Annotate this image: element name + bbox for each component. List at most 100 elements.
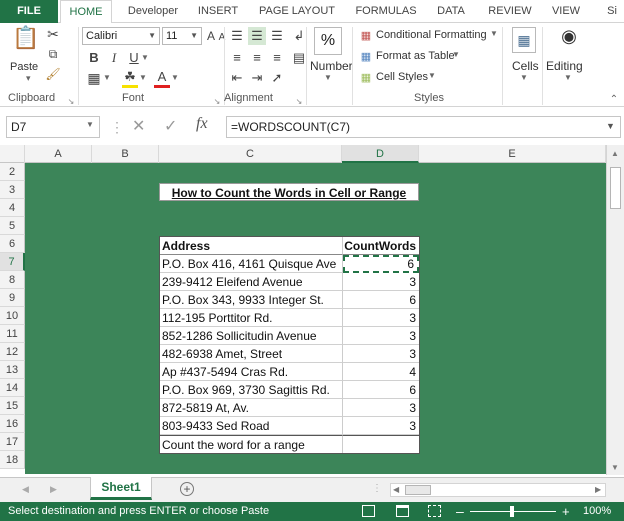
tab-data[interactable]: DATA <box>430 0 472 23</box>
font-size-select[interactable]: 11 ▼ <box>162 27 202 45</box>
cells-icon[interactable]: ▦ <box>512 27 536 53</box>
row-header[interactable]: 16 <box>0 415 25 433</box>
vertical-scrollbar[interactable]: ▲ ▼ <box>606 145 624 475</box>
top-align-icon[interactable]: ☰ <box>228 27 246 45</box>
column-header-b[interactable]: B <box>92 145 159 163</box>
row-header[interactable]: 14 <box>0 379 25 397</box>
column-header-c[interactable]: C <box>159 145 342 163</box>
zoom-level[interactable]: 100% <box>583 502 611 521</box>
row-header[interactable]: 13 <box>0 361 25 379</box>
align-center-icon[interactable]: ≡ <box>248 49 266 67</box>
scroll-left-icon[interactable]: ◀ <box>393 485 399 494</box>
font-name-select[interactable]: Calibri ▼ <box>82 27 160 45</box>
address-cell[interactable]: Ap #437-5494 Cras Rd. <box>160 363 343 381</box>
footer-cell[interactable]: Count the word for a range <box>160 435 343 453</box>
collapse-ribbon-icon[interactable]: ⌃ <box>608 91 620 109</box>
format-painter-icon[interactable]: 🖌 <box>44 65 62 83</box>
countwords-cell[interactable]: 6 <box>343 291 419 309</box>
row-header[interactable]: 5 <box>0 217 25 235</box>
conditional-formatting-button[interactable]: Conditional Formatting <box>376 29 487 41</box>
format-as-table-button[interactable]: Format as Table <box>376 50 455 62</box>
chevron-down-icon[interactable]: ▼ <box>428 71 436 80</box>
address-cell[interactable]: 803-9433 Sed Road <box>160 417 343 435</box>
scroll-right-icon[interactable]: ▶ <box>595 485 601 494</box>
cut-icon[interactable]: ✂ <box>44 25 62 43</box>
horizontal-scroll-thumb[interactable] <box>405 485 431 495</box>
cell-styles-button[interactable]: Cell Styles <box>376 71 428 83</box>
row-header[interactable]: 15 <box>0 397 25 415</box>
font-color-icon[interactable]: A <box>154 68 170 88</box>
orientation-icon[interactable]: ➚ <box>266 69 288 87</box>
column-header-d[interactable]: D <box>342 145 419 163</box>
address-cell[interactable]: 482-6938 Amet, Street <box>160 345 343 363</box>
enter-icon[interactable]: ✓ <box>164 116 177 136</box>
decrease-font-icon[interactable]: A <box>216 29 228 47</box>
paste-dropdown-icon[interactable]: ▾ <box>26 73 31 84</box>
vertical-scroll-thumb[interactable] <box>610 167 621 209</box>
align-right-icon[interactable]: ≡ <box>268 49 286 67</box>
row-header[interactable]: 17 <box>0 433 25 451</box>
page-layout-view-icon[interactable] <box>396 505 409 517</box>
dialog-launcher-icon[interactable]: ↘ <box>212 93 222 111</box>
chevron-down-icon[interactable]: ▼ <box>102 69 112 87</box>
horizontal-scrollbar[interactable]: ◀ ▶ <box>390 483 606 497</box>
address-cell[interactable]: 852-1286 Sollicitudin Avenue <box>160 327 343 345</box>
align-left-icon[interactable]: ≡ <box>228 49 246 67</box>
chevron-down-icon[interactable]: ▼ <box>170 69 180 87</box>
countwords-cell[interactable]: 3 <box>343 399 419 417</box>
italic-button[interactable]: I <box>106 49 122 67</box>
dialog-launcher-icon[interactable]: ↘ <box>66 93 76 111</box>
borders-icon[interactable]: ▦ <box>86 69 102 87</box>
new-sheet-icon[interactable]: + <box>180 482 194 496</box>
header-countwords-cell[interactable]: CountWords <box>343 237 419 255</box>
row-header[interactable]: 7 <box>0 253 25 271</box>
address-cell[interactable]: 239-9412 Eleifend Avenue <box>160 273 343 291</box>
sheet-title-cell[interactable]: How to Count the Words in Cell or Range <box>159 183 419 201</box>
chevron-down-icon[interactable]: ▼ <box>138 69 148 87</box>
tab-insert[interactable]: INSERT <box>192 0 244 23</box>
header-address-cell[interactable]: Address <box>160 237 343 255</box>
dialog-launcher-icon[interactable]: ↘ <box>294 93 304 111</box>
chevron-down-icon[interactable]: ▼ <box>324 73 332 82</box>
copy-icon[interactable]: ⧉ <box>44 45 62 63</box>
insert-function-icon[interactable]: fx <box>196 115 208 133</box>
tab-signin[interactable]: Si <box>600 0 624 23</box>
tab-review[interactable]: REVIEW <box>484 0 536 23</box>
fill-color-icon[interactable]: ☘ <box>122 68 138 88</box>
row-header[interactable]: 18 <box>0 451 25 469</box>
tab-page-layout[interactable]: PAGE LAYOUT <box>254 0 340 23</box>
middle-align-icon[interactable]: ☰ <box>248 27 266 45</box>
formula-input[interactable]: =WORDSCOUNT(C7) <box>226 116 621 138</box>
zoom-out-icon[interactable]: – <box>456 502 464 521</box>
row-header[interactable]: 6 <box>0 235 25 253</box>
chevron-down-icon[interactable]: ▼ <box>140 49 150 67</box>
increase-indent-icon[interactable]: ⇥ <box>248 69 266 87</box>
row-header[interactable]: 11 <box>0 325 25 343</box>
countwords-cell[interactable]: 6 <box>343 381 419 399</box>
page-break-view-icon[interactable] <box>428 505 441 517</box>
find-binoculars-icon[interactable]: ◉ <box>556 27 582 53</box>
zoom-in-icon[interactable]: + <box>562 502 570 521</box>
countwords-cell[interactable]: 3 <box>343 345 419 363</box>
paste-icon[interactable]: 📋 <box>12 27 39 57</box>
normal-view-icon[interactable] <box>362 505 375 517</box>
expand-formula-icon[interactable]: ▼ <box>606 121 615 131</box>
row-header[interactable]: 9 <box>0 289 25 307</box>
address-cell[interactable]: P.O. Box 969, 3730 Sagittis Rd. <box>160 381 343 399</box>
cancel-icon[interactable]: ✕ <box>132 116 145 136</box>
address-cell[interactable]: P.O. Box 416, 4161 Quisque Ave <box>160 255 343 273</box>
chevron-down-icon[interactable]: ▼ <box>86 120 94 129</box>
chevron-down-icon[interactable]: ▼ <box>452 50 460 59</box>
row-header[interactable]: 2 <box>0 163 25 181</box>
paste-button[interactable]: Paste <box>10 61 38 73</box>
row-header[interactable]: 4 <box>0 199 25 217</box>
row-header[interactable]: 8 <box>0 271 25 289</box>
tab-developer[interactable]: Developer <box>122 0 184 23</box>
address-cell[interactable]: 112-195 Porttitor Rd. <box>160 309 343 327</box>
countwords-cell[interactable]: 3 <box>343 417 419 435</box>
cells-button[interactable]: Cells <box>512 59 539 73</box>
tab-formulas[interactable]: FORMULAS <box>350 0 422 23</box>
bold-button[interactable]: B <box>86 49 102 67</box>
footer-count-cell[interactable] <box>343 435 419 453</box>
chevron-down-icon[interactable]: ▼ <box>520 73 528 82</box>
